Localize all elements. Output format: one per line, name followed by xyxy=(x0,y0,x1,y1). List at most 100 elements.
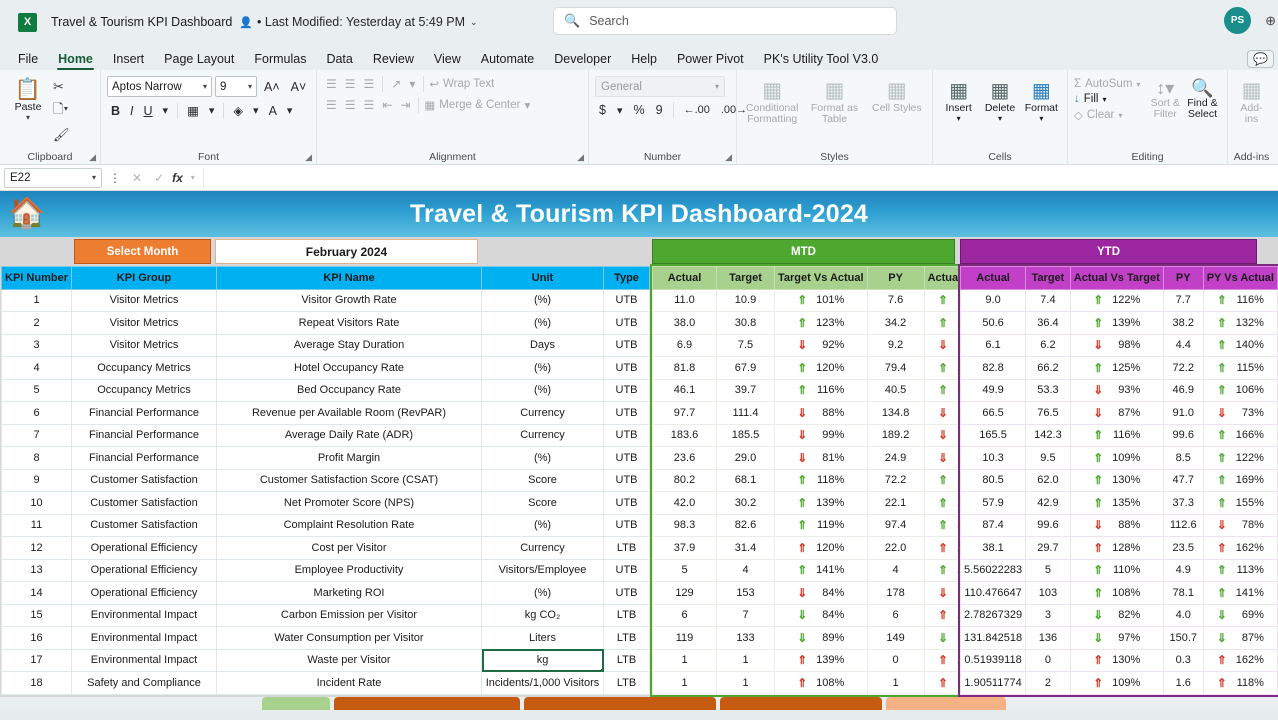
align-right-icon[interactable]: ☰ xyxy=(361,97,378,113)
cell-ytd-py[interactable]: 99.6 xyxy=(1162,423,1204,447)
cell-ytd-target[interactable]: 9.5 xyxy=(1025,446,1071,470)
cell-type[interactable]: UTB xyxy=(603,491,650,515)
cell-ytd-actual[interactable]: 50.6 xyxy=(959,311,1027,335)
fill-color-icon[interactable]: ◈ xyxy=(229,102,247,119)
cell-ytd-py[interactable]: 47.7 xyxy=(1162,468,1204,492)
cell-ytd-actual-vs-target[interactable]: ⇑ 135% xyxy=(1069,491,1164,515)
cell-mtd-target-vs-actual[interactable]: ⇑ 101% xyxy=(774,288,868,312)
account-options-icon[interactable]: ⊕ xyxy=(1265,13,1276,29)
cell-mtd-target[interactable]: 185.5 xyxy=(716,423,775,447)
cell-mtd-target-vs-actual[interactable]: ⇑ 120% xyxy=(774,356,868,380)
cell-kpi-number[interactable]: 17 xyxy=(1,648,72,672)
cell-mtd-actual[interactable]: 1 xyxy=(652,648,717,672)
cell-kpi-number[interactable]: 11 xyxy=(1,513,72,537)
dialog-launcher-icon[interactable]: ◢ xyxy=(725,152,732,163)
table-row[interactable]: 38.1 29.7 ⇑ 128% 23.5 ⇑ 162% xyxy=(959,536,1278,560)
cell-unit[interactable]: (%) xyxy=(481,356,604,380)
cell-type[interactable]: UTB xyxy=(603,558,650,582)
chevron-down-icon[interactable]: ⌄ xyxy=(470,17,478,28)
table-row[interactable]: 10.3 9.5 ⇑ 109% 8.5 ⇑ 122% xyxy=(959,446,1278,470)
table-row[interactable]: 8 Financial Performance Profit Margin (%) UT… xyxy=(1,446,650,470)
cell-ytd-actual-vs-target[interactable]: ⇑ 130% xyxy=(1069,648,1164,672)
cell-kpi-number[interactable]: 16 xyxy=(1,626,72,650)
italic-button[interactable]: I xyxy=(126,103,137,119)
dialog-launcher-icon[interactable]: ◢ xyxy=(305,152,312,163)
cell-kpi-group[interactable]: Financial Performance xyxy=(71,446,217,470)
cell-unit[interactable]: Currency xyxy=(481,423,604,447)
cell-ytd-actual-vs-target[interactable]: ⇑ 130% xyxy=(1069,468,1164,492)
cell-mtd-target[interactable]: 153 xyxy=(716,581,775,605)
cell-ytd-py-vs-actual[interactable]: ⇑ 155% xyxy=(1202,491,1278,515)
cell-kpi-number[interactable]: 7 xyxy=(1,423,72,447)
cell-ytd-actual[interactable]: 82.8 xyxy=(959,356,1027,380)
table-row[interactable]: 3 Visitor Metrics Average Stay Duration Day… xyxy=(1,333,650,357)
table-row[interactable]: 110.476647 103 ⇑ 108% 78.1 ⇑ 141% xyxy=(959,581,1278,605)
cell-ytd-actual[interactable]: 110.476647 xyxy=(959,581,1027,605)
cell-ytd-actual[interactable]: 80.5 xyxy=(959,468,1027,492)
cell-ytd-py[interactable]: 78.1 xyxy=(1162,581,1204,605)
table-row[interactable]: 1.90511774 2 ⇑ 109% 1.6 ⇑ 118% xyxy=(959,671,1278,695)
cell-ytd-py-vs-actual[interactable]: ⇑ 122% xyxy=(1202,446,1278,470)
cell-kpi-name[interactable]: Incident Rate xyxy=(216,671,482,695)
percent-icon[interactable]: % xyxy=(629,102,648,118)
table-row[interactable]: 14 Operational Efficiency Marketing ROI (%)… xyxy=(1,581,650,605)
shrink-font-icon[interactable]: A˅ xyxy=(287,79,311,95)
cell-type[interactable]: UTB xyxy=(603,288,650,312)
chevron-down-icon[interactable]: ▾ xyxy=(1102,95,1106,104)
cell-mtd-actual[interactable]: 37.9 xyxy=(652,536,717,560)
cell-kpi-number[interactable]: 12 xyxy=(1,536,72,560)
cell-mtd-actual[interactable]: 11.0 xyxy=(652,288,717,312)
table-row[interactable]: 7 Financial Performance Average Daily Rate… xyxy=(1,423,650,447)
cell-kpi-group[interactable]: Operational Efficiency xyxy=(71,581,217,605)
borders-icon[interactable]: ▦ xyxy=(183,102,203,119)
cell-ytd-actual[interactable]: 10.3 xyxy=(959,446,1027,470)
cell-ytd-py-vs-actual[interactable]: ⇑ 162% xyxy=(1202,648,1278,672)
cell-kpi-group[interactable]: Environmental Impact xyxy=(71,626,217,650)
cell-kpi-name[interactable]: Profit Margin xyxy=(216,446,482,470)
cell-ytd-py-vs-actual[interactable]: ⇓ 69% xyxy=(1202,603,1278,627)
cell-type[interactable]: UTB xyxy=(603,423,650,447)
table-row[interactable]: 66.5 76.5 ⇓ 87% 91.0 ⇓ 73% xyxy=(959,401,1278,425)
cell-kpi-name[interactable]: Net Promoter Score (NPS) xyxy=(216,491,482,515)
cell-ytd-actual[interactable]: 0.51939118 xyxy=(959,648,1027,672)
table-row[interactable]: 54⇑141%4⇑137% xyxy=(652,558,1000,582)
chevron-down-icon[interactable]: ▾ xyxy=(249,103,263,118)
cell-mtd-py[interactable]: 40.5 xyxy=(866,378,925,402)
insert-function-icon[interactable]: fx xyxy=(172,171,183,185)
cell-type[interactable]: LTB xyxy=(603,648,650,672)
cell-ytd-target[interactable]: 6.2 xyxy=(1025,333,1071,357)
cell-ytd-actual[interactable]: 66.5 xyxy=(959,401,1027,425)
wrap-text-button[interactable]: ↩ Wrap Text xyxy=(429,77,494,91)
cell-ytd-actual-vs-target[interactable]: ⇑ 109% xyxy=(1069,446,1164,470)
col-ytd-py-vs-actual[interactable]: PY Vs Actual xyxy=(1202,266,1278,290)
cell-kpi-name[interactable]: Employee Productivity xyxy=(216,558,482,582)
chevron-down-icon[interactable]: ▾ xyxy=(613,103,627,118)
chevron-down-icon[interactable]: ▾ xyxy=(1039,114,1043,123)
cell-ytd-py[interactable]: 0.3 xyxy=(1162,648,1204,672)
cell-kpi-name[interactable]: Carbon Emission per Visitor xyxy=(216,603,482,627)
cell-mtd-py[interactable]: 34.2 xyxy=(866,311,925,335)
cell-ytd-actual[interactable]: 87.4 xyxy=(959,513,1027,537)
cell-kpi-name[interactable]: Water Consumption per Visitor xyxy=(216,626,482,650)
select-month-value[interactable]: February 2024 xyxy=(215,239,478,264)
cell-mtd-py[interactable]: 1 xyxy=(866,671,925,695)
cell-kpi-group[interactable]: Operational Efficiency xyxy=(71,558,217,582)
comments-icon[interactable]: 💬 xyxy=(1247,50,1274,68)
cell-ytd-py[interactable]: 150.7 xyxy=(1162,626,1204,650)
align-middle-icon[interactable]: ☰ xyxy=(342,76,359,92)
table-row[interactable]: 49.9 53.3 ⇓ 93% 46.9 ⇑ 106% xyxy=(959,378,1278,402)
tab-pk-utility-tool[interactable]: PK's Utility Tool V3.0 xyxy=(754,52,889,70)
sheet-tab[interactable] xyxy=(262,697,330,710)
chevron-down-icon[interactable]: ▾ xyxy=(205,103,219,118)
cell-mtd-target[interactable]: 30.2 xyxy=(716,491,775,515)
cell-kpi-name[interactable]: Hotel Occupancy Rate xyxy=(216,356,482,380)
cell-kpi-group[interactable]: Safety and Compliance xyxy=(71,671,217,695)
cell-ytd-target[interactable]: 42.9 xyxy=(1025,491,1071,515)
table-row[interactable]: 6.1 6.2 ⇓ 98% 4.4 ⇑ 140% xyxy=(959,333,1278,357)
cell-kpi-group[interactable]: Occupancy Metrics xyxy=(71,356,217,380)
table-row[interactable]: 129153⇓84%178⇓72% xyxy=(652,581,1000,605)
cell-mtd-actual[interactable]: 6 xyxy=(652,603,717,627)
cell-mtd-py[interactable]: 7.6 xyxy=(866,288,925,312)
cell-mtd-target-vs-actual[interactable]: ⇑ 139% xyxy=(774,491,868,515)
cell-ytd-target[interactable]: 0 xyxy=(1025,648,1071,672)
